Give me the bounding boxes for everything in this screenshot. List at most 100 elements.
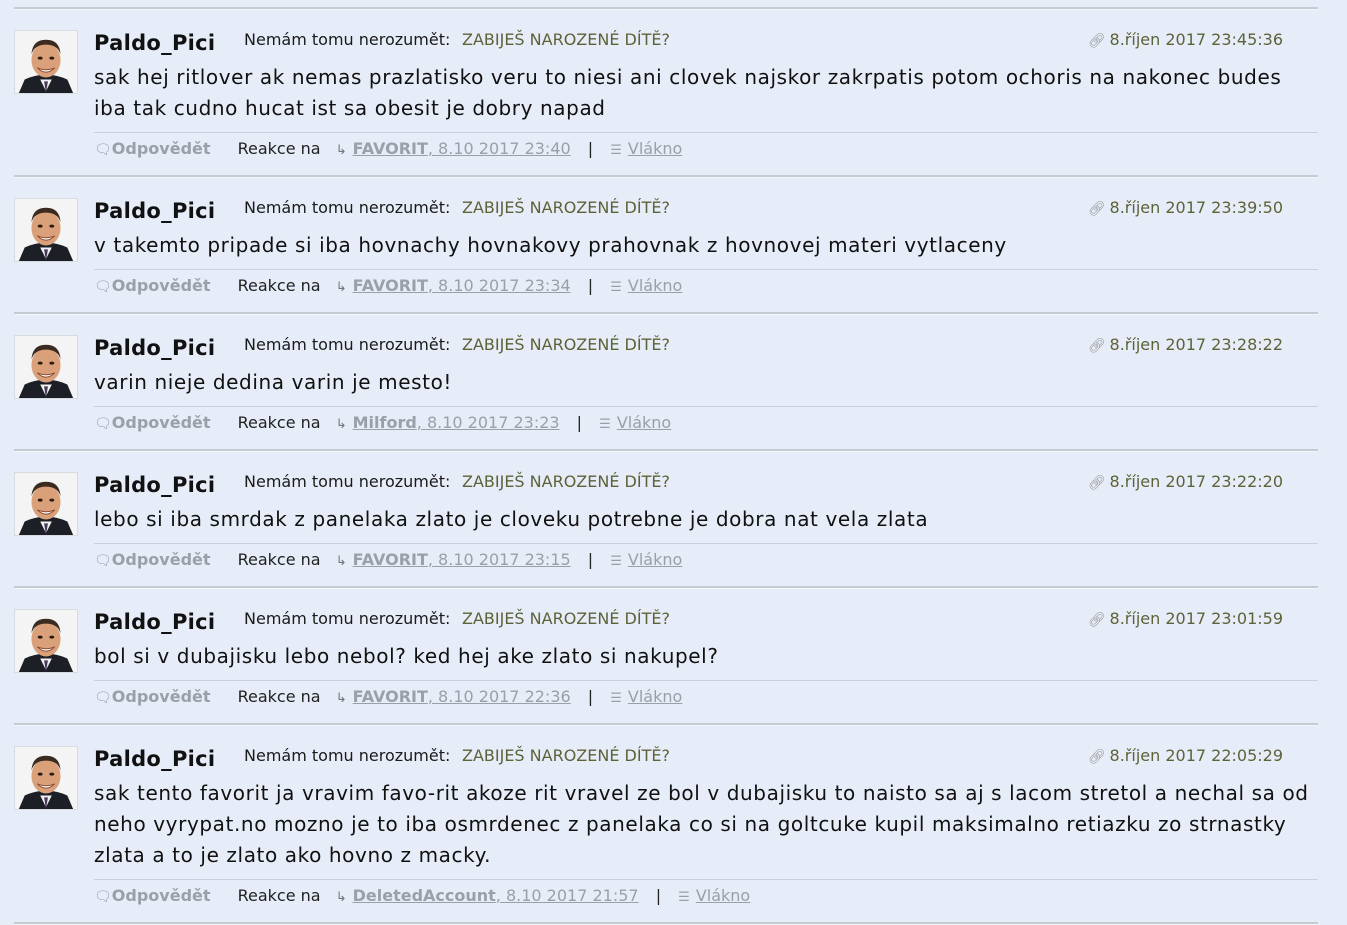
avatar[interactable]	[14, 335, 78, 399]
avatar[interactable]	[14, 609, 78, 673]
link-icon: 🔗︎	[1087, 201, 1106, 217]
reaction-date[interactable]: , 8.10 2017 23:34	[428, 276, 571, 295]
reaction-user[interactable]: FAVORIT	[353, 139, 428, 158]
post-date-text[interactable]: 8.říjen 2017 23:39:50	[1110, 198, 1283, 217]
reaction-label: Reakce na	[237, 139, 321, 158]
reaction-link[interactable]: Milford, 8.10 2017 23:23	[353, 413, 560, 432]
post-date-text[interactable]: 8.říjen 2017 23:45:36	[1110, 30, 1283, 49]
topic-label: Nemám tomu nerozumět:	[244, 472, 451, 491]
speech-bubble-icon: 🗨︎	[94, 889, 112, 905]
post-date-text[interactable]: 8.říjen 2017 23:22:20	[1110, 472, 1283, 491]
post-date-text[interactable]: 8.říjen 2017 22:05:29	[1110, 746, 1283, 765]
reaction-link[interactable]: DeletedAccount, 8.10 2017 21:57	[353, 886, 639, 905]
reply-button[interactable]: 🗨︎Odpovědět	[94, 133, 211, 166]
post-date-text[interactable]: 8.říjen 2017 23:01:59	[1110, 609, 1283, 628]
avatar[interactable]	[14, 472, 78, 536]
thread-link[interactable]: Vlákno	[628, 687, 682, 706]
topic-link[interactable]: ZABIJEŠ NAROZENÉ DÍTĚ?	[462, 335, 670, 354]
topic-label: Nemám tomu nerozumět:	[244, 198, 451, 217]
reaction-user[interactable]: FAVORIT	[353, 687, 428, 706]
post-date[interactable]: 🔗︎ 8.říjen 2017 23:01:59	[1088, 609, 1283, 628]
avatar[interactable]	[14, 198, 78, 262]
reply-label: Odpovědět	[111, 139, 211, 158]
reaction-user[interactable]: FAVORIT	[353, 550, 428, 569]
reply-button[interactable]: 🗨︎Odpovědět	[94, 681, 211, 714]
reaction-link[interactable]: FAVORIT, 8.10 2017 23:40	[353, 139, 571, 158]
footer-divider: |	[587, 687, 594, 706]
link-icon: 🔗︎	[1087, 338, 1106, 354]
post-author[interactable]: Paldo_Pici	[94, 31, 215, 55]
reaction-label: Reakce na	[237, 276, 321, 295]
post-date[interactable]: 🔗︎ 8.říjen 2017 23:28:22	[1088, 335, 1283, 354]
post-item: Paldo_Pici Nemám tomu nerozumět: ZABIJEŠ…	[14, 589, 1318, 723]
topic-link[interactable]: ZABIJEŠ NAROZENÉ DÍTĚ?	[462, 609, 670, 628]
footer-divider: |	[587, 276, 594, 295]
thread-link[interactable]: Vlákno	[628, 139, 682, 158]
post-date-text[interactable]: 8.říjen 2017 23:28:22	[1110, 335, 1283, 354]
reaction-link[interactable]: FAVORIT, 8.10 2017 22:36	[353, 687, 571, 706]
post-author[interactable]: Paldo_Pici	[94, 610, 215, 634]
avatar-portrait-image	[15, 747, 77, 809]
thread-link[interactable]: Vlákno	[617, 413, 671, 432]
reaction-link[interactable]: FAVORIT, 8.10 2017 23:34	[353, 276, 571, 295]
post-author[interactable]: Paldo_Pici	[94, 336, 215, 360]
topic-label: Nemám tomu nerozumět:	[244, 30, 451, 49]
reply-button[interactable]: 🗨︎Odpovědět	[94, 270, 211, 303]
reaction-user[interactable]: FAVORIT	[353, 276, 428, 295]
post-date[interactable]: 🔗︎ 8.říjen 2017 23:22:20	[1088, 472, 1283, 491]
thread-link[interactable]: Vlákno	[628, 276, 682, 295]
reaction-date[interactable]: , 8.10 2017 23:15	[428, 550, 571, 569]
post-footer: 🗨︎Odpovědět Reakce na ↳ FAVORIT, 8.10 201…	[94, 681, 1318, 713]
reaction-user[interactable]: Milford	[353, 413, 417, 432]
reaction-label: Reakce na	[237, 886, 321, 905]
topic-link[interactable]: ZABIJEŠ NAROZENÉ DÍTĚ?	[462, 198, 670, 217]
post-text: bol si v dubajisku lebo nebol? ked hej a…	[94, 644, 719, 668]
thread-icon: ☰	[678, 890, 690, 905]
reply-arrow-icon: ↳	[335, 554, 347, 569]
footer-divider: |	[655, 886, 662, 905]
footer-divider: |	[587, 550, 594, 569]
reaction-user[interactable]: DeletedAccount	[353, 886, 496, 905]
topic-link[interactable]: ZABIJEŠ NAROZENÉ DÍTĚ?	[462, 472, 670, 491]
speech-bubble-icon: 🗨︎	[94, 690, 112, 706]
avatar[interactable]	[14, 746, 78, 810]
reaction-date[interactable]: , 8.10 2017 21:57	[496, 886, 639, 905]
topic-link[interactable]: ZABIJEŠ NAROZENÉ DÍTĚ?	[462, 30, 670, 49]
post-footer: 🗨︎Odpovědět Reakce na ↳ FAVORIT, 8.10 201…	[94, 270, 1318, 302]
post-footer: 🗨︎Odpovědět Reakce na ↳ DeletedAccount, 8…	[94, 880, 1318, 912]
post-footer: 🗨︎Odpovědět Reakce na ↳ FAVORIT, 8.10 201…	[94, 544, 1318, 576]
post-item: Paldo_Pici Nemám tomu nerozumět: ZABIJEŠ…	[14, 452, 1318, 586]
footer-divider: |	[587, 139, 594, 158]
reply-button[interactable]: 🗨︎Odpovědět	[94, 544, 211, 577]
thread-icon: ☰	[610, 143, 622, 158]
post-date[interactable]: 🔗︎ 8.říjen 2017 23:39:50	[1088, 198, 1283, 217]
avatar-portrait-image	[15, 31, 77, 93]
reply-label: Odpovědět	[111, 276, 211, 295]
topic-label: Nemám tomu nerozumět:	[244, 609, 451, 628]
post-text: v takemto pripade si iba hovnachy hovnak…	[94, 233, 1007, 257]
post-text: sak hej ritlover ak nemas prazlatisko ve…	[94, 65, 1282, 120]
reply-button[interactable]: 🗨︎Odpovědět	[94, 880, 211, 913]
post-author[interactable]: Paldo_Pici	[94, 199, 215, 223]
reply-button[interactable]: 🗨︎Odpovědět	[94, 407, 211, 440]
post-date[interactable]: 🔗︎ 8.říjen 2017 23:45:36	[1088, 30, 1283, 49]
reaction-date[interactable]: , 8.10 2017 23:23	[417, 413, 560, 432]
post-date[interactable]: 🔗︎ 8.říjen 2017 22:05:29	[1088, 746, 1283, 765]
link-icon: 🔗︎	[1087, 33, 1106, 49]
post-footer: 🗨︎Odpovědět Reakce na ↳ Milford, 8.10 201…	[94, 407, 1318, 439]
topic-link[interactable]: ZABIJEŠ NAROZENÉ DÍTĚ?	[462, 746, 670, 765]
reply-label: Odpovědět	[111, 550, 211, 569]
thread-link[interactable]: Vlákno	[696, 886, 750, 905]
post-text: sak tento favorit ja vravim favo-rit ako…	[94, 781, 1309, 867]
reaction-label: Reakce na	[237, 687, 321, 706]
reaction-date[interactable]: , 8.10 2017 22:36	[428, 687, 571, 706]
reaction-date[interactable]: , 8.10 2017 23:40	[428, 139, 571, 158]
reaction-link[interactable]: FAVORIT, 8.10 2017 23:15	[353, 550, 571, 569]
post-author[interactable]: Paldo_Pici	[94, 747, 215, 771]
reaction-label: Reakce na	[237, 550, 321, 569]
link-icon: 🔗︎	[1087, 612, 1106, 628]
thread-link[interactable]: Vlákno	[628, 550, 682, 569]
reply-label: Odpovědět	[111, 687, 211, 706]
avatar[interactable]	[14, 30, 78, 94]
post-author[interactable]: Paldo_Pici	[94, 473, 215, 497]
